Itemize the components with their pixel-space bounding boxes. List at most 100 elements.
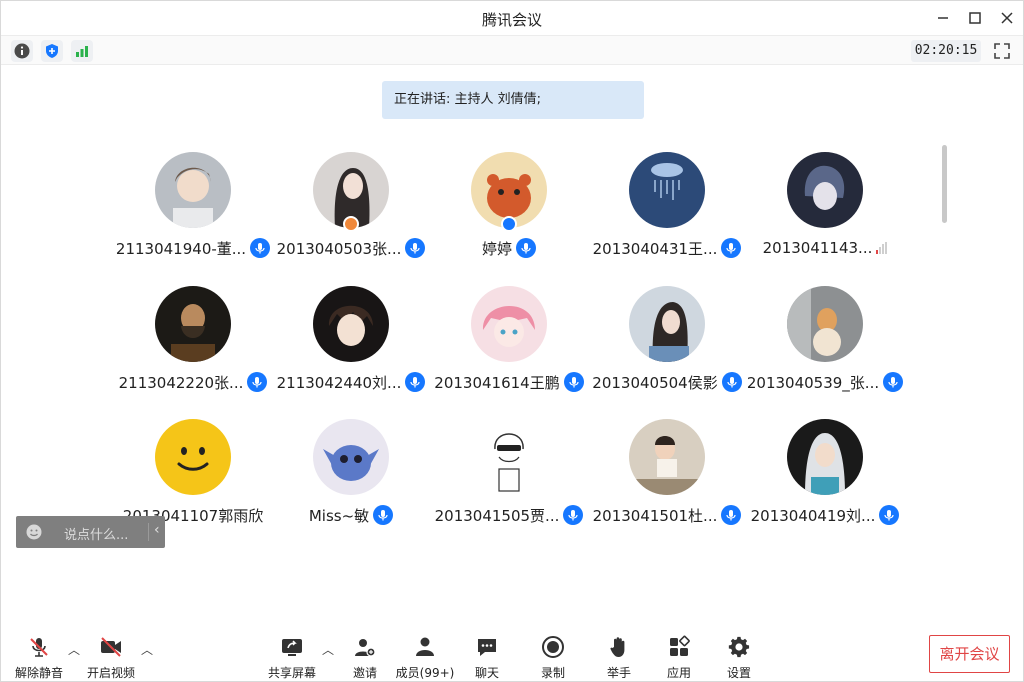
record-button[interactable]: 录制 <box>525 633 581 680</box>
divider <box>148 523 149 541</box>
video-options-chevron-up-icon[interactable]: ︿ <box>141 641 153 658</box>
participant-tile[interactable]: 2113042220张... <box>113 286 273 406</box>
invite-user-icon <box>355 639 376 657</box>
minimize-button[interactable] <box>930 7 956 29</box>
participant-tile[interactable]: 2013040431王... <box>587 152 747 272</box>
chat-label: 聊天 <box>474 666 499 680</box>
shield-icon <box>46 44 58 58</box>
participant-name: 2013041614王鹏 <box>434 373 560 392</box>
avatar <box>155 419 231 495</box>
emoji-icon[interactable] <box>26 524 42 540</box>
participant-tile[interactable]: 2113041940-董... <box>113 152 273 272</box>
network-button[interactable] <box>71 40 93 62</box>
gear-icon <box>728 636 750 658</box>
fullscreen-button[interactable] <box>991 40 1013 62</box>
participant-name: 2113042220张... <box>118 373 244 392</box>
maximize-icon <box>969 12 981 24</box>
members-button[interactable]: 成员(99+) <box>396 633 454 680</box>
participant-tile[interactable]: Miss~敏 <box>271 419 431 539</box>
info-icon <box>14 43 30 59</box>
network-signal-icon <box>876 242 888 254</box>
participant-name: 2013040539_张... <box>746 373 880 392</box>
close-button[interactable] <box>994 7 1020 29</box>
participant-tile[interactable]: 2013040539_张... <box>745 286 905 406</box>
meeting-window: 腾讯会议 02:20:15 正在讲话: 主持人 刘倩倩; 2113041940-… <box>0 0 1024 682</box>
avatar <box>471 419 547 495</box>
maximize-button[interactable] <box>962 7 988 29</box>
settings-label: 设置 <box>726 666 751 680</box>
participant-tile[interactable]: 2013040419刘... <box>745 419 905 539</box>
apps-button[interactable]: 应用 <box>651 633 707 680</box>
signal-icon <box>76 46 88 57</box>
cohost-badge <box>501 216 517 232</box>
unmute-button[interactable]: 解除静音 <box>11 633 67 680</box>
close-icon <box>1001 12 1013 24</box>
participant-tile[interactable]: 2013041505贾... <box>429 419 589 539</box>
share-screen-button[interactable]: 共享屏幕 <box>264 633 320 680</box>
meeting-info-button[interactable] <box>11 40 33 62</box>
avatar <box>155 152 231 228</box>
avatar <box>787 419 863 495</box>
participant-name: Miss~敏 <box>308 506 370 525</box>
avatar <box>313 419 389 495</box>
mic-icon[interactable] <box>879 505 900 525</box>
title-bar: 腾讯会议 <box>1 1 1023 35</box>
mic-icon[interactable] <box>883 372 904 392</box>
leave-meeting-button[interactable]: 离开会议 <box>929 635 1010 673</box>
share-screen-icon <box>282 639 302 656</box>
meeting-toolbar: 解除静音 ︿ 开启视频 ︿ 共享屏幕 ︿ 邀请 成员(99+) 聊天 录制 举手… <box>1 627 1023 681</box>
mic-muted-icon <box>30 638 48 657</box>
apps-icon <box>670 635 690 656</box>
chat-icon <box>478 639 496 656</box>
avatar <box>787 152 863 228</box>
share-screen-label: 共享屏幕 <box>267 666 316 680</box>
participant-name: 2013040504侯影 <box>592 373 718 392</box>
chat-button[interactable]: 聊天 <box>459 633 515 680</box>
participant-tile[interactable]: 2013040504侯影 <box>587 286 747 406</box>
record-label: 录制 <box>540 666 565 680</box>
avatar <box>787 286 863 362</box>
mic-icon[interactable] <box>373 505 394 525</box>
avatar <box>629 152 705 228</box>
participant-name: 2013041143... <box>762 239 873 257</box>
mic-icon[interactable] <box>516 238 536 258</box>
scrollbar[interactable] <box>942 145 947 223</box>
participant-tile[interactable]: 2013041143... <box>745 152 905 272</box>
fullscreen-icon <box>994 43 1010 59</box>
avatar <box>313 286 389 362</box>
speaking-indicator: 正在讲话: 主持人 刘倩倩; <box>382 81 644 119</box>
meeting-timer: 02:20:15 <box>911 40 981 62</box>
chat-placeholder[interactable]: 说点什么... <box>64 524 128 543</box>
record-icon <box>542 636 564 658</box>
invite-button[interactable]: 邀请 <box>337 633 393 680</box>
participant-name: 2113041940-董... <box>115 239 247 258</box>
share-options-chevron-up-icon[interactable]: ︿ <box>322 641 334 658</box>
members-icon <box>416 637 434 656</box>
participant-name: 2013040503张... <box>276 239 402 258</box>
participant-name: 2013040419刘... <box>750 506 876 525</box>
window-title: 腾讯会议 <box>481 11 542 29</box>
host-badge <box>343 216 359 232</box>
participant-name: 婷婷 <box>481 239 512 258</box>
chat-input-bubble[interactable]: 说点什么... ‹ <box>16 516 165 548</box>
start-video-button[interactable]: 开启视频 <box>83 633 139 680</box>
unmute-label: 解除静音 <box>14 666 63 680</box>
collapse-chat-icon[interactable]: ‹ <box>154 522 160 538</box>
participant-tile[interactable]: 2013040503张... <box>271 152 431 272</box>
participant-tile[interactable]: 2113042440刘... <box>271 286 431 406</box>
participant-tile[interactable]: 2013041501杜... <box>587 419 747 539</box>
participant-tile[interactable]: 2013041614王鹏 <box>429 286 589 406</box>
avatar <box>629 286 705 362</box>
avatar <box>471 286 547 362</box>
avatar <box>629 419 705 495</box>
video-off-icon <box>101 637 121 657</box>
participant-name: 2113042440刘... <box>276 373 402 392</box>
security-button[interactable] <box>41 40 63 62</box>
raise-hand-button[interactable]: 举手 <box>591 633 647 680</box>
settings-button[interactable]: 设置 <box>711 633 767 680</box>
hand-icon <box>610 637 625 657</box>
audio-options-chevron-up-icon[interactable]: ︿ <box>68 641 80 658</box>
participant-name: 2013041501杜... <box>592 506 718 525</box>
participant-name: 2013040431王... <box>592 239 718 258</box>
participant-tile[interactable]: 婷婷 <box>429 152 589 272</box>
